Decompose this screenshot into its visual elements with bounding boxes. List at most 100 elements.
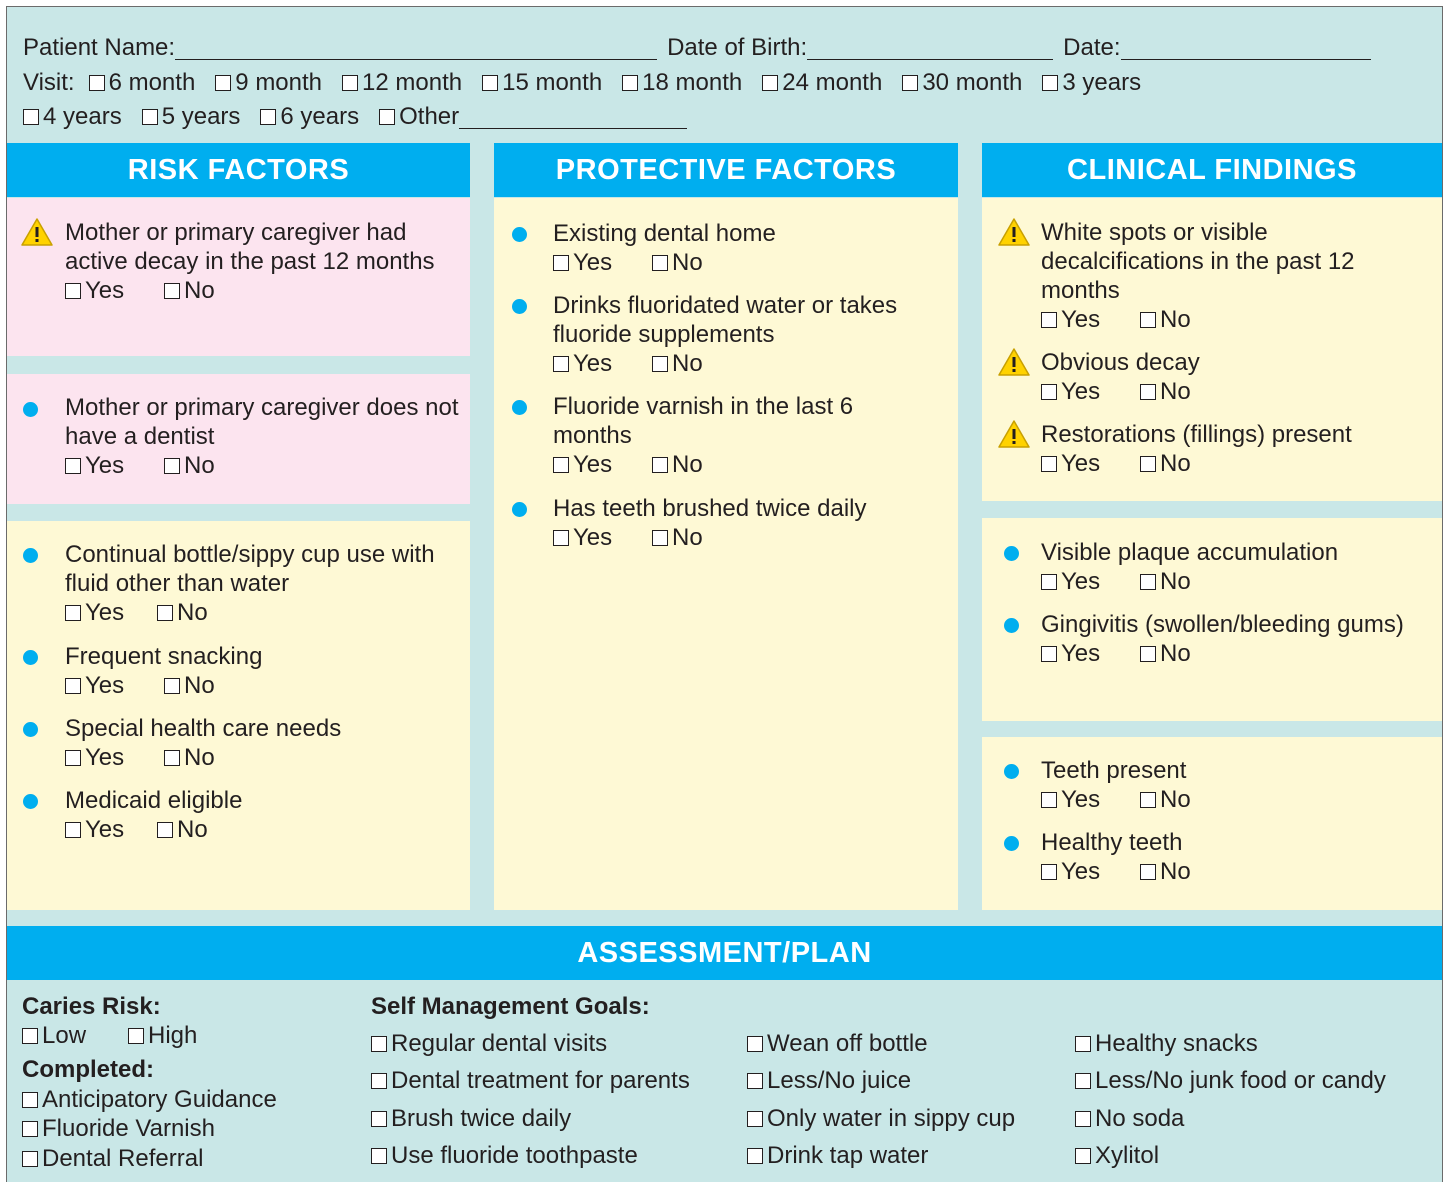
completed-fluoride-varnish[interactable]: Fluoride Varnish <box>22 1115 215 1143</box>
checkbox[interactable] <box>652 355 668 372</box>
no-option[interactable]: No <box>1140 785 1191 814</box>
no-option[interactable]: No <box>1140 639 1191 668</box>
checkbox[interactable] <box>1140 863 1156 880</box>
no-option[interactable]: No <box>164 671 215 700</box>
checkbox[interactable] <box>22 1151 38 1167</box>
no-option[interactable]: No <box>164 451 215 480</box>
checkbox[interactable] <box>1075 1111 1091 1127</box>
checkbox[interactable] <box>141 109 158 125</box>
checkbox[interactable] <box>1041 573 1057 590</box>
checkbox[interactable] <box>747 1073 763 1089</box>
checkbox[interactable] <box>1041 311 1057 328</box>
checkbox[interactable] <box>128 1028 144 1044</box>
patient-name-field[interactable] <box>175 37 658 60</box>
visit-other[interactable]: Other <box>379 103 459 131</box>
caries-high-option[interactable]: High <box>128 1022 197 1050</box>
checkbox[interactable] <box>164 749 180 766</box>
yes-option[interactable]: Yes <box>553 523 652 552</box>
checkbox[interactable] <box>65 282 81 299</box>
checkbox[interactable] <box>22 1092 38 1108</box>
goal-healthy-snacks[interactable]: Healthy snacks <box>1075 1030 1258 1058</box>
checkbox[interactable] <box>553 456 569 473</box>
checkbox[interactable] <box>371 1036 387 1052</box>
checkbox[interactable] <box>164 282 180 299</box>
checkbox[interactable] <box>553 254 569 271</box>
goal-dental-treatment-parents[interactable]: Dental treatment for parents <box>371 1067 690 1095</box>
checkbox[interactable] <box>747 1036 763 1052</box>
yes-option[interactable]: Yes <box>1041 305 1140 334</box>
no-option[interactable]: No <box>652 248 703 277</box>
checkbox[interactable] <box>1140 383 1156 400</box>
checkbox[interactable] <box>1041 791 1057 808</box>
checkbox[interactable] <box>379 109 396 125</box>
yes-option[interactable]: Yes <box>1041 639 1140 668</box>
goal-xylitol[interactable]: Xylitol <box>1075 1142 1159 1170</box>
no-option[interactable]: No <box>1140 857 1191 886</box>
yes-option[interactable]: Yes <box>65 815 157 844</box>
goal-regular-dental-visits[interactable]: Regular dental visits <box>371 1030 607 1058</box>
yes-option[interactable]: Yes <box>1041 377 1140 406</box>
checkbox[interactable] <box>88 75 105 91</box>
checkbox[interactable] <box>1075 1148 1091 1164</box>
checkbox[interactable] <box>1140 311 1156 328</box>
checkbox[interactable] <box>23 109 39 125</box>
checkbox[interactable] <box>1041 383 1057 400</box>
checkbox[interactable] <box>902 75 919 91</box>
no-option[interactable]: No <box>164 743 215 772</box>
no-option[interactable]: No <box>1140 305 1191 334</box>
visit-other-field[interactable] <box>459 106 688 129</box>
checkbox[interactable] <box>652 529 668 546</box>
checkbox[interactable] <box>65 821 81 838</box>
checkbox[interactable] <box>1075 1036 1091 1052</box>
checkbox[interactable] <box>747 1111 763 1127</box>
yes-option[interactable]: Yes <box>65 276 164 305</box>
visit-6-month[interactable]: 6 month <box>88 69 195 97</box>
yes-option[interactable]: Yes <box>65 671 164 700</box>
goal-drink-tap-water[interactable]: Drink tap water <box>747 1142 928 1170</box>
yes-option[interactable]: Yes <box>65 451 164 480</box>
date-field[interactable] <box>1120 37 1371 60</box>
yes-option[interactable]: Yes <box>65 598 157 627</box>
dob-field[interactable] <box>807 37 1054 60</box>
checkbox[interactable] <box>22 1028 38 1044</box>
no-option[interactable]: No <box>1140 567 1191 596</box>
checkbox[interactable] <box>215 75 232 91</box>
no-option[interactable]: No <box>652 349 703 378</box>
checkbox[interactable] <box>65 749 81 766</box>
checkbox[interactable] <box>1140 645 1156 662</box>
visit-12-month[interactable]: 12 month <box>342 69 462 97</box>
yes-option[interactable]: Yes <box>1041 857 1140 886</box>
caries-low-option[interactable]: Low <box>22 1022 128 1050</box>
goal-use-fluoride-toothpaste[interactable]: Use fluoride toothpaste <box>371 1142 638 1170</box>
goal-less-junk-food[interactable]: Less/No junk food or candy <box>1075 1067 1386 1095</box>
visit-18-month[interactable]: 18 month <box>622 69 742 97</box>
checkbox[interactable] <box>1140 455 1156 472</box>
yes-option[interactable]: Yes <box>1041 567 1140 596</box>
visit-15-month[interactable]: 15 month <box>482 69 602 97</box>
visit-5-years[interactable]: 5 years <box>141 103 240 131</box>
checkbox[interactable] <box>1041 863 1057 880</box>
checkbox[interactable] <box>22 1121 38 1137</box>
yes-option[interactable]: Yes <box>553 349 652 378</box>
no-option[interactable]: No <box>1140 377 1191 406</box>
visit-9-month[interactable]: 9 month <box>215 69 322 97</box>
checkbox[interactable] <box>1140 573 1156 590</box>
checkbox[interactable] <box>652 254 668 271</box>
visit-30-month[interactable]: 30 month <box>902 69 1022 97</box>
no-option[interactable]: No <box>157 815 208 844</box>
no-option[interactable]: No <box>652 523 703 552</box>
yes-option[interactable]: Yes <box>553 450 652 479</box>
checkbox[interactable] <box>371 1111 387 1127</box>
no-option[interactable]: No <box>652 450 703 479</box>
no-option[interactable]: No <box>157 598 208 627</box>
checkbox[interactable] <box>747 1148 763 1164</box>
checkbox[interactable] <box>553 355 569 372</box>
checkbox[interactable] <box>157 604 173 621</box>
checkbox[interactable] <box>157 821 173 838</box>
checkbox[interactable] <box>553 529 569 546</box>
checkbox[interactable] <box>371 1073 387 1089</box>
checkbox[interactable] <box>652 456 668 473</box>
checkbox[interactable] <box>1075 1073 1091 1089</box>
goal-wean-off-bottle[interactable]: Wean off bottle <box>747 1030 928 1058</box>
visit-6-years[interactable]: 6 years <box>260 103 359 131</box>
